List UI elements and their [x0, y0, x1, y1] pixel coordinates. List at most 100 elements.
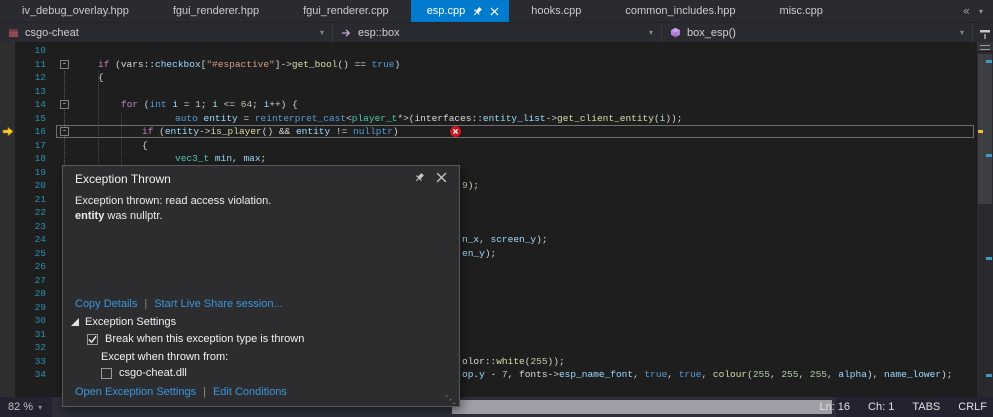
navigation-bar: csgo-cheat ▾ esp::box ▾ box_esp() ▾: [0, 22, 993, 42]
chevron-down-icon[interactable]: ▾: [320, 28, 324, 37]
line-number: 24: [34, 234, 46, 245]
exception-settings-expander[interactable]: Exception Settings: [71, 316, 176, 328]
code-line-18[interactable]: 18 vec3_t min, max;: [0, 152, 977, 166]
project-dropdown-label: csgo-cheat: [25, 26, 79, 39]
module-checkbox[interactable]: [101, 367, 112, 379]
status-column[interactable]: Ch: 1: [868, 401, 894, 413]
resize-grip-icon[interactable]: ⋱: [445, 393, 456, 406]
tab-iv-debug-overlay-hpp[interactable]: iv_debug_overlay.hpp: [0, 0, 151, 22]
vertical-scrollbar-thumb[interactable]: [978, 54, 992, 204]
tab-esp-cpp[interactable]: esp.cpp: [410, 0, 510, 22]
split-handle-icon[interactable]: [977, 42, 993, 52]
code-text: if (entity->is_player() && entity != nul…: [142, 126, 399, 137]
code-text: auto entity = reinterpret_cast<player_t*…: [175, 112, 683, 124]
tab-label: fgui_renderer.hpp: [172, 5, 260, 17]
tab-bar: iv_debug_overlay.hpp fgui_renderer.hpp f…: [0, 0, 993, 22]
code-line-11[interactable]: 11 - if (vars::checkbox["#espactive"]->get…: [0, 58, 977, 72]
vertical-scrollbar[interactable]: [977, 42, 993, 397]
tab-fgui-renderer-hpp[interactable]: fgui_renderer.hpp: [151, 0, 281, 22]
code-line-10[interactable]: 10: [0, 44, 977, 58]
edit-conditions-link[interactable]: Edit Conditions: [213, 386, 287, 398]
line-number: 18: [34, 153, 46, 164]
status-tabs[interactable]: TABS: [912, 401, 940, 413]
chevron-down-icon[interactable]: ▾: [979, 7, 983, 16]
line-number: 12: [34, 72, 46, 83]
tab-fgui-renderer-cpp[interactable]: fgui_renderer.cpp: [281, 0, 411, 22]
fold-collapse-icon[interactable]: -: [60, 59, 69, 69]
code-line-14[interactable]: 14 - for (int i = 1; i <= 64; i++) {: [0, 98, 977, 112]
except-from-label: Except when thrown from:: [101, 351, 229, 363]
chevron-down-icon[interactable]: ▾: [649, 28, 653, 37]
chevron-down-icon[interactable]: ▾: [960, 28, 964, 37]
exception-settings-header: Exception Settings: [85, 316, 177, 328]
project-dropdown[interactable]: csgo-cheat ▾: [0, 23, 333, 42]
fold-collapse-icon[interactable]: -: [60, 100, 69, 109]
expander-icon: [71, 318, 79, 326]
line-number: 25: [34, 247, 46, 259]
break-checkbox[interactable]: [87, 333, 98, 345]
tab-label: esp.cpp: [426, 5, 466, 17]
zoom-control[interactable]: 82 % ▾: [8, 397, 42, 417]
pin-icon[interactable]: [472, 6, 483, 17]
copy-details-link[interactable]: Copy Details: [75, 298, 137, 310]
line-number: 27: [34, 274, 46, 286]
line-number: 31: [34, 328, 46, 340]
line-number: 22: [34, 207, 46, 218]
scrollbar-annotation: [986, 154, 992, 157]
exception-icon[interactable]: [450, 126, 461, 137]
tab-bar-controls: « ▾: [963, 0, 993, 22]
module-checkbox-row[interactable]: csgo-cheat.dll: [101, 367, 187, 379]
horizontal-scrollbar-thumb[interactable]: [452, 400, 832, 414]
code-line-12[interactable]: 12 {: [0, 71, 977, 85]
fold-collapse-icon[interactable]: -: [60, 127, 69, 136]
dialog-bottom-links: Open Exception Settings | Edit Condition…: [75, 386, 287, 398]
method-cube-icon: [670, 27, 681, 38]
zoom-caret-icon: ▾: [38, 402, 43, 412]
close-icon[interactable]: [490, 6, 499, 16]
vs-editor-window: iv_debug_overlay.hpp fgui_renderer.hpp f…: [0, 0, 993, 417]
tab-common-includes-hpp[interactable]: common_includes.hpp: [603, 0, 757, 22]
scrollbar-annotation: [986, 374, 992, 377]
module-checkbox-label: csgo-cheat.dll: [119, 367, 187, 379]
line-number: 19: [34, 166, 46, 178]
pin-icon[interactable]: [414, 172, 425, 183]
scope-dropdown[interactable]: esp::box ▾: [333, 23, 662, 42]
code-text: for (int i = 1; i <= 64; i++) {: [121, 99, 298, 110]
code-text: vec3_t min, max;: [175, 153, 267, 164]
line-number: 10: [34, 45, 46, 56]
code-line-15[interactable]: 15 auto entity = reinterpret_cast<player_…: [0, 112, 977, 126]
scrollbar-annotation: [986, 60, 992, 63]
code-line-16[interactable]: 16 - if (entity->is_player() && entity != …: [0, 125, 977, 139]
close-icon[interactable]: [436, 172, 447, 183]
project-icon: [8, 27, 19, 38]
live-share-link[interactable]: Start Live Share session...: [154, 298, 282, 310]
status-line[interactable]: Ln: 16: [819, 401, 850, 413]
code-text: op.y - 7, fonts->esp_name_font, true, tr…: [462, 369, 953, 380]
line-number: 20: [34, 180, 46, 191]
line-number: 34: [34, 369, 46, 380]
code-line-13[interactable]: 13: [0, 85, 977, 99]
line-number: 28: [34, 288, 46, 299]
member-dropdown[interactable]: box_esp() ▾: [662, 23, 973, 42]
status-eol[interactable]: CRLF: [958, 401, 987, 413]
line-number: 33: [34, 355, 46, 367]
dialog-top-links: Copy Details | Start Live Share session.…: [75, 298, 283, 310]
tab-label: fgui_renderer.cpp: [303, 5, 389, 17]
tab-hooks-cpp[interactable]: hooks.cpp: [509, 0, 603, 22]
dialog-title: Exception Thrown: [75, 172, 171, 186]
exception-detail: entity was nullptr.: [75, 210, 163, 222]
line-number: 26: [34, 261, 46, 272]
zoom-level: 82 %: [8, 401, 34, 413]
break-checkbox-row[interactable]: Break when this exception type is thrown: [87, 333, 304, 345]
tab-overflow-icon[interactable]: «: [963, 4, 970, 18]
open-exception-settings-link[interactable]: Open Exception Settings: [75, 386, 196, 398]
tab-label: hooks.cpp: [531, 5, 582, 17]
link-separator: |: [203, 386, 206, 398]
code-text: {: [142, 139, 148, 151]
code-text: if (vars::checkbox["#espactive"]->get_bo…: [98, 58, 401, 70]
code-line-17[interactable]: 17 {: [0, 139, 977, 153]
tab-misc-cpp[interactable]: misc.cpp: [757, 0, 844, 22]
line-number: 23: [34, 220, 46, 232]
line-number: 13: [34, 85, 46, 97]
scrollbar-annotation: [986, 257, 992, 260]
